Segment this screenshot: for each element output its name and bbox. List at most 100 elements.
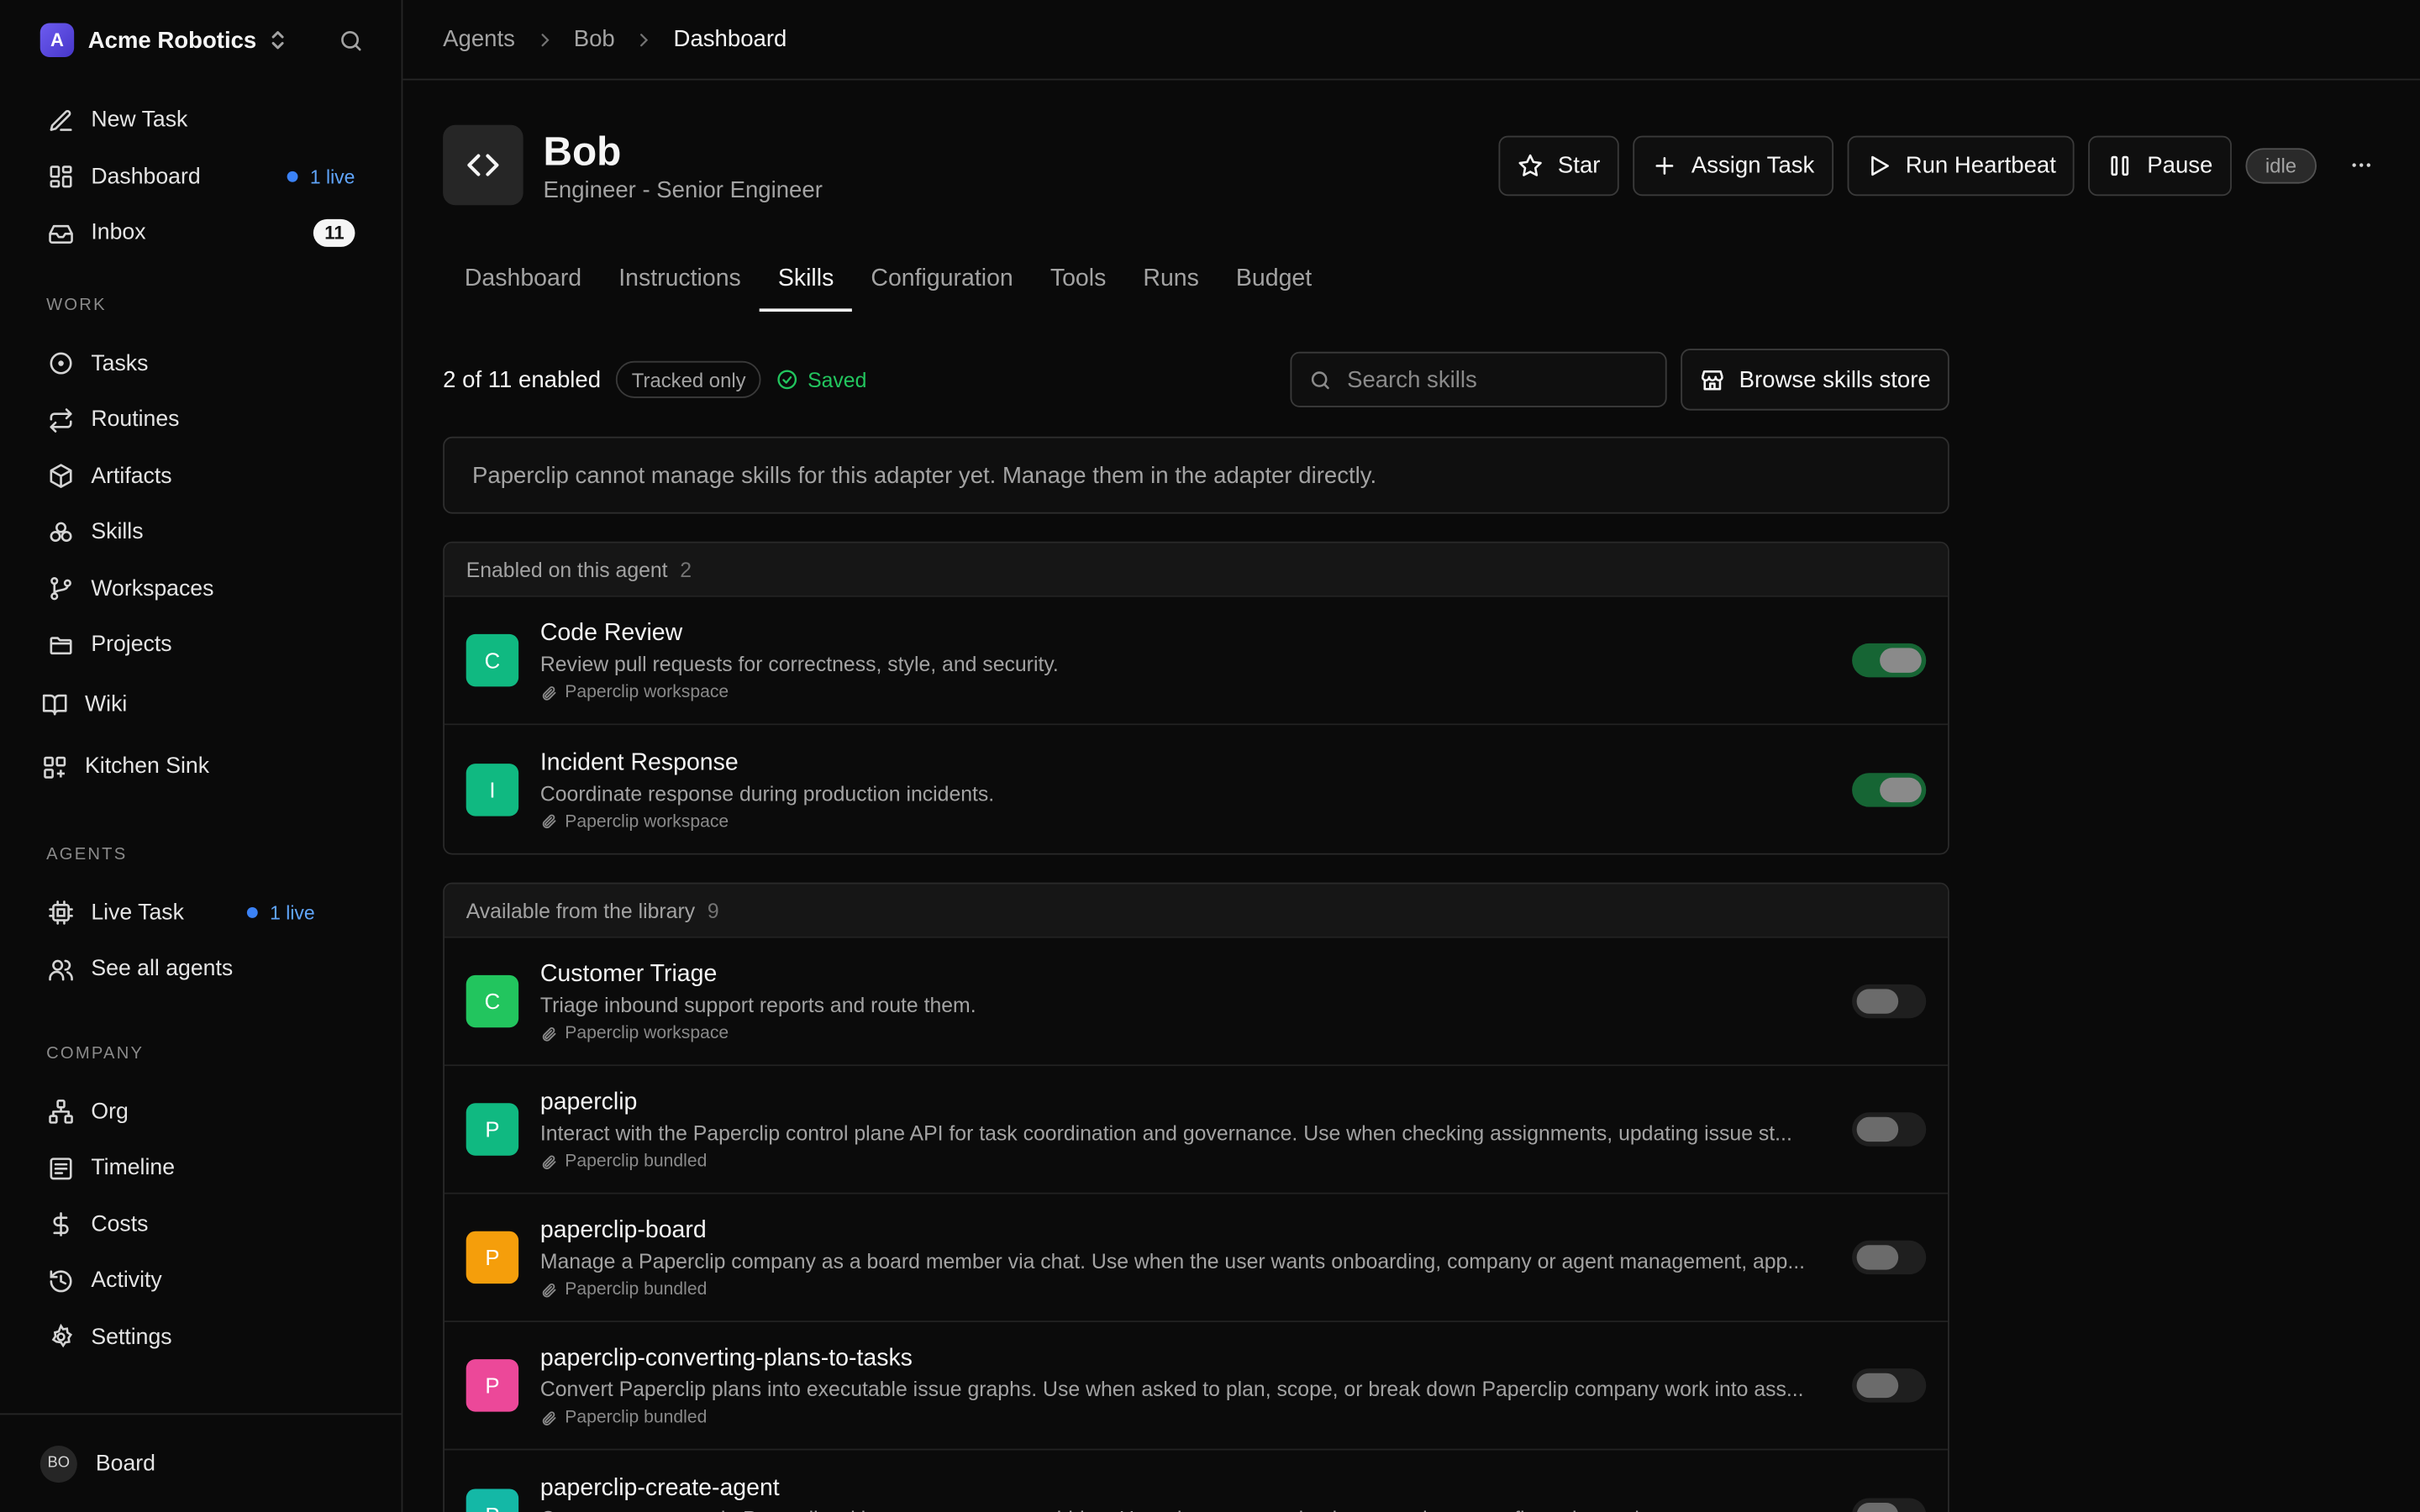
skill-badge: P — [466, 1359, 519, 1412]
skill-source-label: Paperclip bundled — [565, 1280, 708, 1299]
skill-toggle[interactable] — [1852, 772, 1927, 806]
nav-item-timeline[interactable]: Timeline — [0, 1140, 402, 1196]
skill-badge: C — [466, 974, 519, 1028]
skill-info: paperclip-create-agent Create new agents … — [540, 1473, 1828, 1512]
saved-indicator: Saved — [776, 368, 866, 391]
breadcrumb-current: Dashboard — [673, 26, 787, 53]
nav-item-costs[interactable]: Costs — [0, 1196, 402, 1252]
skill-row: Ppaperclip-converting-plans-to-tasks Conv… — [444, 1322, 1948, 1451]
inbox-icon — [46, 219, 74, 247]
skill-name[interactable]: paperclip — [540, 1088, 1828, 1117]
company-switcher[interactable]: A Acme Robotics — [0, 0, 402, 81]
skill-badge: C — [466, 633, 519, 687]
nav-item-see-all-agents[interactable]: See all agents — [0, 941, 402, 997]
main-content: Agents Bob Dashboard Bob Engineer - Seni… — [402, 0, 2420, 1512]
skill-info: Code Review Review pull requests for corr… — [539, 619, 1828, 701]
toggle-knob — [1856, 1116, 1899, 1142]
search-icon[interactable] — [338, 27, 364, 53]
tab-runs[interactable]: Runs — [1124, 247, 1218, 312]
kitchen-sink-icon — [40, 753, 68, 781]
skill-toggle[interactable] — [1852, 1240, 1927, 1275]
skill-toggle[interactable] — [1852, 1112, 1927, 1147]
nav-item-settings[interactable]: Settings — [0, 1309, 402, 1365]
nav-item-live-task[interactable]: Live Task 1 live — [0, 885, 402, 941]
status-badge: idle — [2244, 147, 2317, 183]
skill-groups: Enabled on this agent 2 C Code Review Review… — [443, 541, 1949, 1512]
skill-toggle[interactable] — [1852, 1368, 1927, 1403]
check-circle-icon — [776, 369, 798, 391]
skill-toggle[interactable] — [1852, 1497, 1927, 1512]
section-label-agents: AGENTS — [46, 844, 128, 864]
nav-label: See all agents — [91, 957, 234, 982]
toggle-knob — [1880, 648, 1922, 673]
nav-item-workspaces[interactable]: Workspaces — [0, 561, 402, 617]
nav-item-inbox[interactable]: Inbox 11 — [0, 205, 402, 261]
paperclip-icon — [540, 1153, 557, 1170]
skill-name[interactable]: Code Review — [540, 619, 1828, 648]
nav-item-projects[interactable]: Projects — [0, 617, 402, 674]
skill-description: Review pull requests for correctness, st… — [539, 652, 1059, 676]
skill-name[interactable]: paperclip-create-agent — [540, 1473, 1828, 1502]
user-menu[interactable]: BO Board — [0, 1413, 402, 1512]
tab-tools[interactable]: Tools — [1032, 247, 1125, 312]
sidebar: A Acme Robotics New Task Dashboard 1 liv… — [0, 0, 403, 1512]
assign-task-button[interactable]: Assign Task — [1633, 134, 1833, 196]
tab-budget[interactable]: Budget — [1218, 247, 1330, 312]
pause-button[interactable]: Pause — [2088, 134, 2232, 196]
browse-skills-store-button[interactable]: Browse skills store — [1680, 349, 1949, 411]
star-button[interactable]: Star — [1499, 134, 1619, 196]
breadcrumb-agents[interactable]: Agents — [443, 26, 515, 52]
skill-name[interactable]: paperclip-converting-plans-to-tasks — [540, 1344, 1828, 1373]
skill-info: Incident Response Coordinate response dur… — [540, 748, 1828, 831]
toggle-knob — [1856, 1502, 1899, 1512]
breadcrumb-agent[interactable]: Bob — [574, 26, 615, 52]
nav-item-activity[interactable]: Activity — [0, 1252, 402, 1309]
nav-item-org[interactable]: Org — [0, 1084, 402, 1140]
nav-item-kitchen-sink[interactable]: Kitchen Sink — [0, 739, 402, 795]
tab-instructions[interactable]: Instructions — [600, 247, 760, 312]
tab-dashboard[interactable]: Dashboard — [446, 247, 600, 312]
skill-name[interactable]: Incident Response — [540, 748, 1828, 777]
nav-item-new-task[interactable]: New Task — [0, 92, 402, 149]
paperclip-icon — [540, 1026, 557, 1042]
skill-info: paperclip-converting-plans-to-tasks Conve… — [540, 1344, 1828, 1427]
skills-search[interactable] — [1290, 351, 1667, 407]
run-heartbeat-button[interactable]: Run Heartbeat — [1846, 134, 2075, 196]
nav-item-artifacts[interactable]: Artifacts — [0, 449, 402, 505]
section-label-company: COMPANY — [46, 1043, 145, 1063]
skill-toggle[interactable] — [1852, 984, 1927, 1019]
tab-skills[interactable]: Skills — [759, 247, 853, 312]
nav-item-tasks[interactable]: Tasks — [0, 335, 402, 391]
skill-name[interactable]: paperclip-board — [540, 1215, 1828, 1245]
pause-icon — [2107, 152, 2133, 178]
nav-item-skills[interactable]: Skills — [0, 505, 402, 561]
nav-item-routines[interactable]: Routines — [0, 392, 402, 449]
nav-label: Costs — [91, 1212, 149, 1237]
group-header: Available from the library 9 — [444, 884, 1948, 938]
skill-source: Paperclip bundled — [540, 1409, 1828, 1427]
tab-configuration[interactable]: Configuration — [852, 247, 1031, 312]
skill-row: Ppaperclip-create-agent Create new agents… — [444, 1450, 1948, 1512]
paperclip-icon — [540, 1281, 557, 1298]
chevron-up-down-icon — [269, 29, 287, 51]
library-skills-group: Available from the library 9 C Customer Tri… — [443, 882, 1949, 1512]
skill-row: C Customer Triage Triage inbound support r… — [444, 937, 1948, 1067]
search-input[interactable] — [1347, 366, 1641, 393]
live-indicator: 1 live — [287, 166, 355, 188]
nav-label: Workspaces — [91, 576, 214, 601]
avatar: BO — [39, 1445, 77, 1483]
nav-label: Artifacts — [91, 464, 172, 489]
skills-icon — [46, 519, 74, 547]
skill-badge: P — [466, 1231, 519, 1284]
skill-name[interactable]: Customer Triage — [540, 959, 1828, 989]
toggle-knob — [1856, 1245, 1899, 1270]
more-icon[interactable] — [2349, 153, 2374, 177]
nav-item-dashboard[interactable]: Dashboard 1 live — [0, 149, 402, 205]
nav-item-wiki[interactable]: Wiki — [0, 676, 402, 732]
tracked-only-filter[interactable]: Tracked only — [616, 360, 761, 398]
adapter-notice: Paperclip cannot manage skills for this … — [443, 436, 1949, 514]
skill-source-label: Paperclip bundled — [565, 1408, 708, 1427]
skill-toggle[interactable] — [1852, 643, 1927, 678]
skill-description: Create new agents in Paperclip with gove… — [540, 1507, 1828, 1512]
skill-row: I Incident Response Coordinate response du… — [444, 725, 1948, 853]
